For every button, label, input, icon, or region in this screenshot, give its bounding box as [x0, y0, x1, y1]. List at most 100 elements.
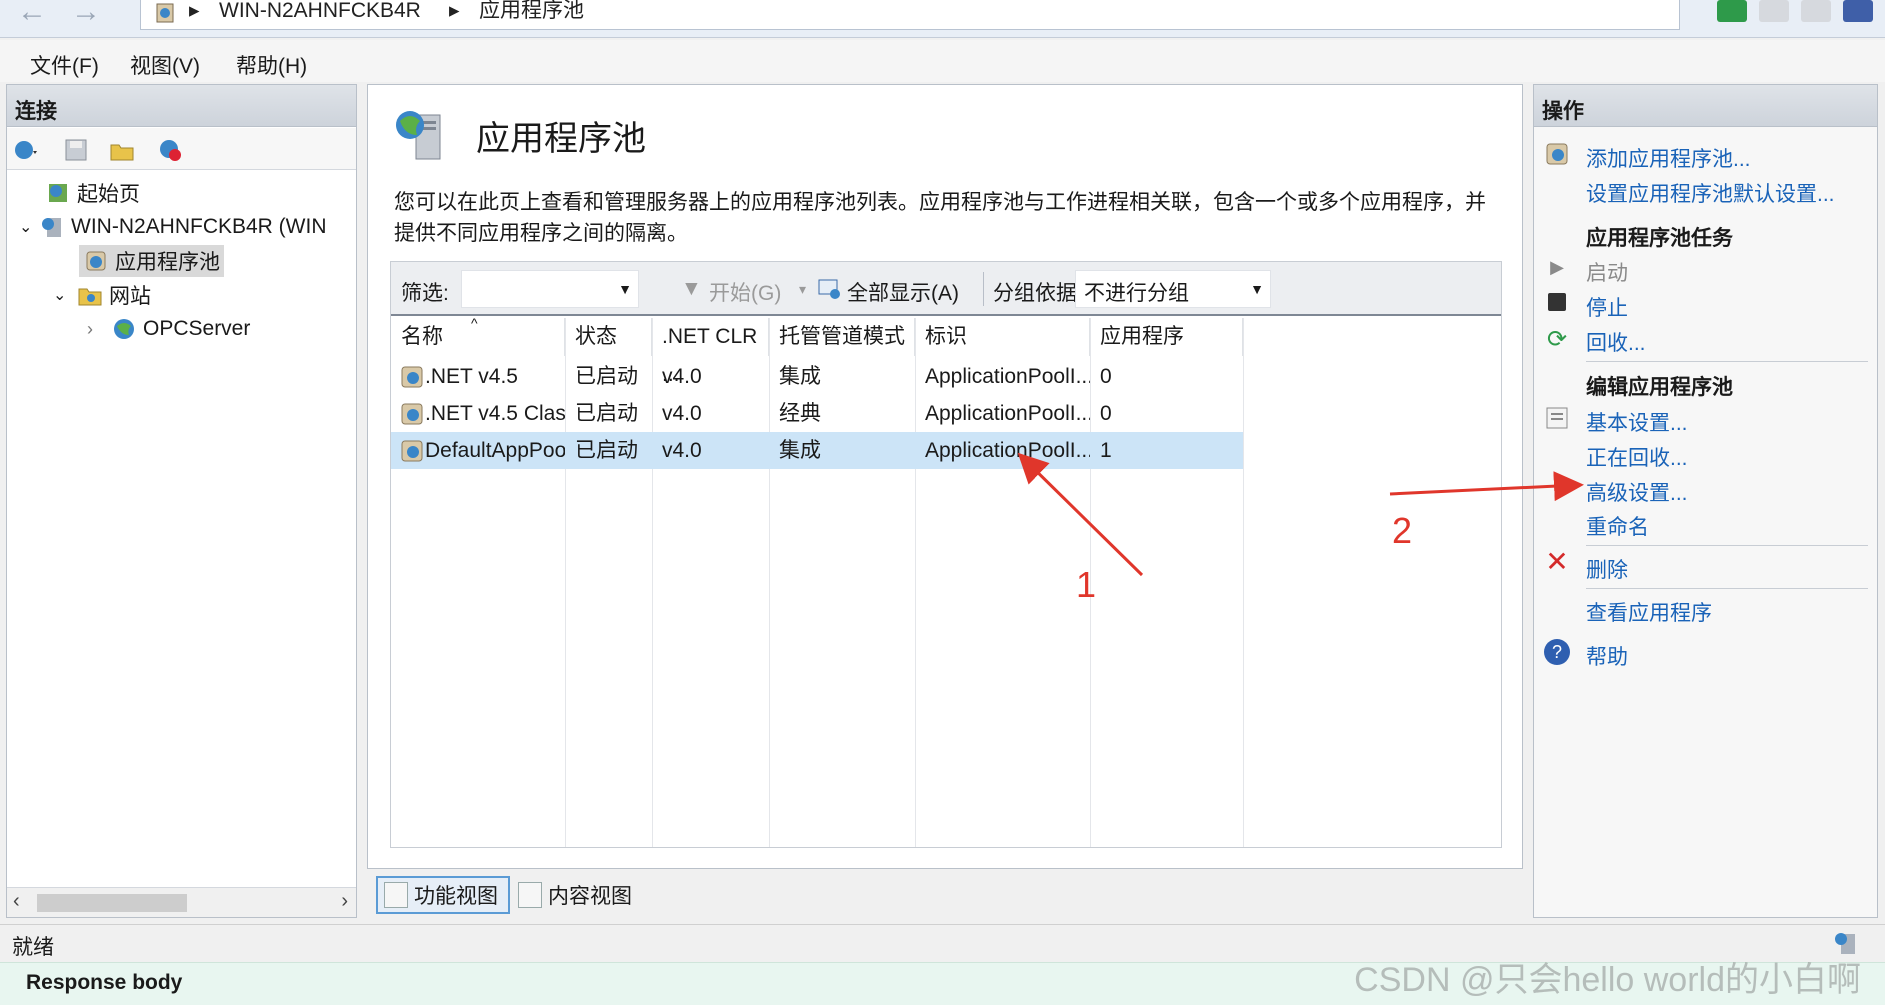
- filter-bar: 筛选: ▼ ▼ 开始(G) ▾ 全部显示(A) 分组依据: 不进行分组 ▼: [391, 262, 1501, 316]
- chevron-down-icon[interactable]: ▼: [1250, 281, 1264, 297]
- connections-panel: 连接 起始页 ⌄ WIN-N2AHNFCKB4R (WIN 应用程序池 ⌄ 网站…: [6, 84, 357, 918]
- help-icon[interactable]: [1843, 0, 1873, 22]
- delete-link[interactable]: 删除: [1586, 554, 1628, 584]
- annotation-label-1: 1: [1076, 564, 1097, 605]
- tab-content-view[interactable]: 内容视图: [512, 876, 642, 914]
- help-link[interactable]: 帮助: [1586, 641, 1628, 671]
- column-header-identity[interactable]: 标识: [915, 318, 1090, 356]
- edit-pool-header: 编辑应用程序池: [1586, 376, 1733, 399]
- connect-icon[interactable]: [13, 137, 39, 163]
- filter-input[interactable]: ▼: [461, 270, 639, 308]
- folder-up-icon[interactable]: [109, 137, 135, 163]
- stop-icon[interactable]: [1759, 0, 1789, 22]
- start-link[interactable]: 启动: [1586, 257, 1628, 287]
- cell-name: .NET v4.5: [425, 365, 518, 388]
- column-header-pipeline[interactable]: 托管管道模式: [769, 318, 915, 356]
- server-icon: [42, 218, 61, 237]
- actions-header: 操作: [1534, 85, 1877, 127]
- save-icon[interactable]: [63, 137, 89, 163]
- cell-pipeline: 集成: [779, 439, 821, 462]
- stop-icon: [1548, 293, 1566, 311]
- show-all-button[interactable]: 全部显示(A): [847, 277, 959, 307]
- cell-clr: v4.0: [662, 365, 702, 388]
- cell-identity: ApplicationPoolI...: [925, 365, 1090, 388]
- tree-item-server[interactable]: ⌄ WIN-N2AHNFCKB4R (WIN: [19, 211, 327, 243]
- address-input[interactable]: ▸ WIN-N2AHNFCKB4R ▸ 应用程序池: [140, 0, 1680, 30]
- filter-label: 筛选:: [401, 282, 449, 305]
- recycling-link[interactable]: 正在回收...: [1586, 442, 1688, 472]
- rename-link[interactable]: 重命名: [1586, 511, 1649, 541]
- recycle-link[interactable]: 回收...: [1586, 327, 1646, 357]
- tree-item-opcserver[interactable]: › OPCServer: [87, 313, 250, 345]
- cell-name: .NET v4.5 Clas...: [425, 402, 565, 425]
- group-by-label: 分组依据:: [993, 282, 1083, 305]
- chevron-down-icon[interactable]: ▼: [618, 281, 632, 297]
- stop-link[interactable]: 停止: [1586, 292, 1628, 322]
- chevron-down-icon[interactable]: ▾: [799, 281, 806, 298]
- sort-ascending-icon: ^: [471, 315, 478, 331]
- help-icon: ?: [1544, 639, 1570, 665]
- basic-settings-icon: [1546, 407, 1568, 429]
- cell-status: 已启动: [575, 365, 638, 388]
- back-arrow-icon[interactable]: ←: [12, 0, 52, 30]
- cell-applications: 1: [1100, 439, 1112, 462]
- scrollbar-thumb[interactable]: [37, 894, 187, 912]
- sites-folder-icon: [78, 288, 102, 306]
- start-filter-button[interactable]: 开始(G): [709, 277, 781, 307]
- cell-pipeline: 集成: [779, 365, 821, 388]
- status-text: 就绪: [12, 936, 54, 959]
- column-header-status[interactable]: 状态: [565, 318, 652, 356]
- basic-settings-link[interactable]: 基本设置...: [1586, 407, 1688, 437]
- globe-icon: [114, 319, 134, 339]
- chevron-down-icon[interactable]: ⌄: [19, 217, 39, 237]
- disconnect-icon[interactable]: [157, 137, 183, 163]
- cell-pipeline: 经典: [779, 402, 821, 425]
- scroll-right-icon[interactable]: ›: [341, 890, 348, 913]
- cell-applications: 0: [1100, 402, 1112, 425]
- advanced-settings-link[interactable]: 高级设置...: [1586, 477, 1688, 507]
- horizontal-scrollbar[interactable]: ‹ ›: [7, 887, 356, 917]
- watermark: CSDN @只会hello world的小白啊: [1354, 961, 1861, 999]
- app-pools-icon: [396, 111, 441, 160]
- view-applications-link[interactable]: 查看应用程序: [1586, 597, 1712, 627]
- table-row-selected[interactable]: DefaultAppPool 已启动 v4.0 集成 ApplicationPo…: [391, 432, 1243, 469]
- scroll-left-icon[interactable]: ‹: [13, 890, 20, 913]
- menu-file[interactable]: 文件(F): [30, 50, 99, 80]
- delete-icon: ✕: [1545, 546, 1569, 577]
- breadcrumb-server[interactable]: WIN-N2AHNFCKB4R: [219, 0, 421, 22]
- table-row[interactable]: .NET v4.5 已启动 v4.0 集成 ApplicationPoolI..…: [391, 358, 1243, 395]
- breadcrumb-app-pools[interactable]: 应用程序池: [479, 0, 584, 22]
- actions-panel: 操作 添加应用程序池... 设置应用程序池默认设置... 应用程序池任务 ▶ 启…: [1533, 84, 1878, 918]
- app-pool-icon: [86, 251, 106, 271]
- chevron-right-icon[interactable]: ›: [87, 319, 111, 340]
- app-pool-list: 筛选: ▼ ▼ 开始(G) ▾ 全部显示(A) 分组依据: 不进行分组 ▼ 名称…: [390, 261, 1502, 848]
- chevron-down-icon[interactable]: ⌄: [53, 285, 77, 305]
- cell-identity: ApplicationPoolI...: [925, 402, 1090, 425]
- tab-features-view[interactable]: 功能视图: [376, 876, 510, 914]
- add-app-pool-link[interactable]: 添加应用程序池...: [1586, 143, 1751, 173]
- column-header-name[interactable]: 名称 ^: [391, 315, 565, 356]
- pool-tasks-header: 应用程序池任务: [1586, 227, 1733, 250]
- tree-item-start-page[interactable]: 起始页: [45, 177, 140, 209]
- recycle-icon: ⟳: [1546, 326, 1568, 353]
- page-description: 您可以在此页上查看和管理服务器上的应用程序池列表。应用程序池与工作进程相关联，包…: [394, 191, 1486, 245]
- show-all-icon: [818, 279, 840, 299]
- address-bar: ← → ▸ WIN-N2AHNFCKB4R ▸ 应用程序池: [0, 0, 1885, 38]
- set-defaults-link[interactable]: 设置应用程序池默认设置...: [1586, 178, 1835, 208]
- column-header-clr[interactable]: .NET CLR ...: [652, 318, 769, 386]
- menu-help[interactable]: 帮助(H): [236, 50, 307, 80]
- menu-view[interactable]: 视图(V): [130, 50, 200, 80]
- refresh-icon[interactable]: [1717, 0, 1747, 22]
- menu-bar: 文件(F) 视图(V) 帮助(H): [0, 40, 1885, 82]
- forward-arrow-icon[interactable]: →: [66, 0, 106, 30]
- annotation-label-2: 2: [1392, 510, 1413, 551]
- table-row[interactable]: .NET v4.5 Clas... 已启动 v4.0 经典 Applicatio…: [391, 395, 1243, 432]
- group-by-select[interactable]: 不进行分组 ▼: [1075, 270, 1271, 308]
- cell-status: 已启动: [575, 402, 638, 425]
- home-icon[interactable]: [1801, 0, 1831, 22]
- cell-name: DefaultAppPool: [425, 439, 565, 462]
- cell-status: 已启动: [575, 439, 638, 462]
- tree-item-app-pools[interactable]: 应用程序池: [79, 245, 224, 277]
- column-header-applications[interactable]: 应用程序: [1090, 318, 1243, 356]
- tree-item-sites[interactable]: ⌄ 网站: [53, 279, 151, 311]
